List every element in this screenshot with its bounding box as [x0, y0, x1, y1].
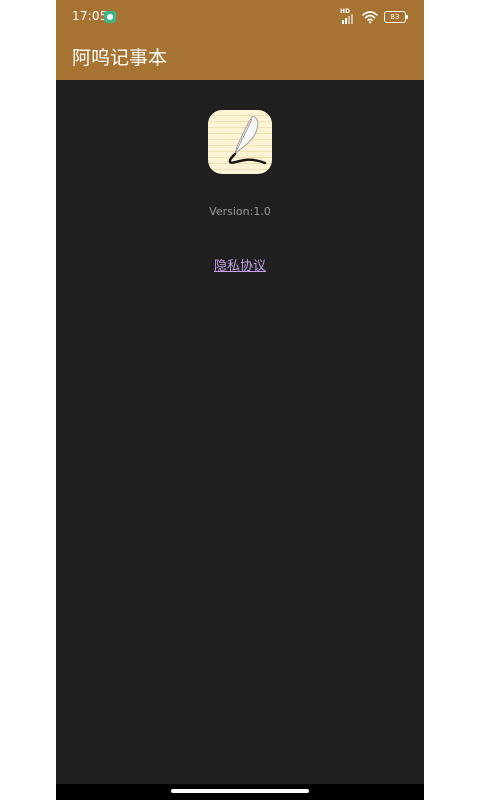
- app-screen: 17:05 HD 83 阿呜记事本 Version:1.0 隐私协议: [56, 0, 424, 800]
- battery-icon: 83: [384, 11, 408, 23]
- status-time: 17:05: [72, 9, 108, 23]
- status-bar: 17:05 HD 83: [56, 0, 424, 34]
- signal-icon: HD: [340, 8, 356, 24]
- quill-pen-notepad-icon: [208, 110, 272, 174]
- status-indicators: HD 83: [340, 8, 408, 25]
- version-label: Version:1.0: [209, 205, 271, 218]
- privacy-policy-link[interactable]: 隐私协议: [214, 259, 266, 274]
- app-title: 阿呜记事本: [72, 47, 168, 69]
- home-gesture-handle[interactable]: [171, 789, 309, 793]
- app-bar: 阿呜记事本: [56, 34, 424, 80]
- app-notification-icon: [104, 11, 116, 23]
- wifi-icon: [362, 11, 378, 24]
- battery-level: 83: [390, 13, 400, 21]
- navigation-bar: [56, 784, 424, 800]
- privacy-policy-row: 隐私协议: [56, 255, 424, 274]
